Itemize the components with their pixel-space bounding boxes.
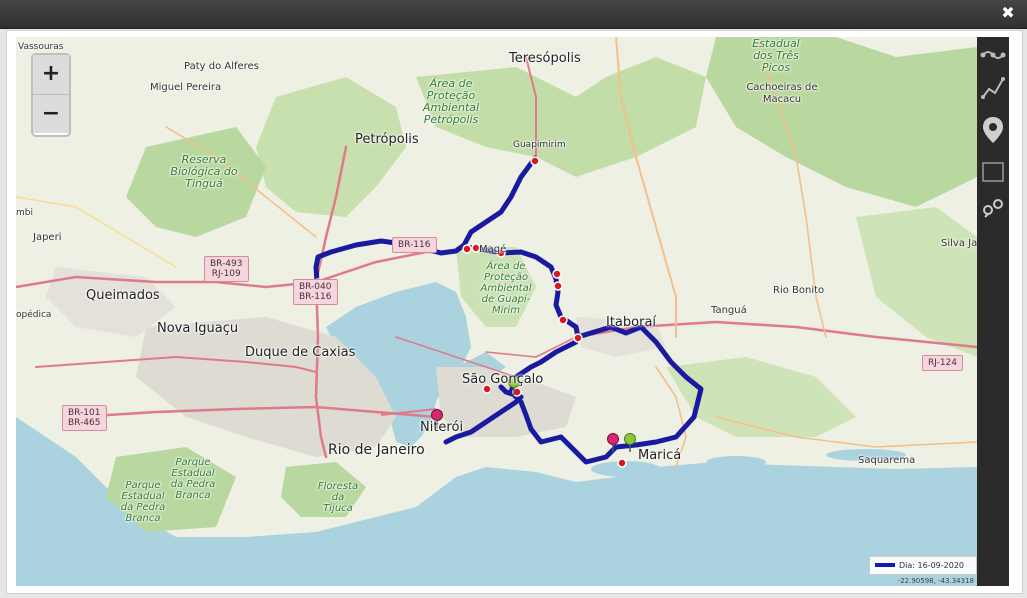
map-label-paty: Paty do Alferes <box>184 61 259 72</box>
zoom-control: + − <box>31 53 71 137</box>
pin-magenta-marica <box>607 433 619 452</box>
road-shield-br040-br116: BR-040 BR-116 <box>293 279 338 305</box>
route-tool-icon[interactable] <box>980 41 1006 67</box>
route-legend: Dia: 16-09-2020 <box>869 556 977 575</box>
legend-label: Dia: 16-09-2020 <box>899 561 965 570</box>
stop-marker <box>553 281 563 291</box>
map-label-saquarema: Saquarema <box>858 455 916 466</box>
map-label-guapimirim: Guapimirim <box>513 140 566 150</box>
map-label-miguel: Miguel Pereira <box>150 82 222 93</box>
park-label-protecao-petropolis: Área de Proteção Ambiental Petrópolis <box>422 77 480 126</box>
map-label-rio-bonito: Rio Bonito <box>773 285 825 296</box>
park-label-pedra-branca-1: Parque Estadual da Pedra Branca <box>170 457 216 501</box>
path-tool-icon[interactable] <box>980 75 1006 101</box>
legend-swatch <box>875 563 895 567</box>
zoom-in-button[interactable]: + <box>33 55 69 94</box>
road-shield-br101-br465: BR-101 BR-465 <box>62 405 107 431</box>
shield-line: BR-040 <box>299 282 332 292</box>
map-label-japeri: Japeri <box>33 232 62 243</box>
park-label-reserva-tingua: Reserva Biológica do Tinguá <box>170 153 238 190</box>
map-label-duque-de-caxias: Duque de Caxias <box>245 345 356 360</box>
map-label-left-edge: mbi <box>16 208 33 218</box>
map-label-sao-goncalo: São Gonçalo <box>462 372 544 387</box>
map-label-teresopolis: Teresópolis <box>509 51 581 66</box>
stop-marker <box>552 269 562 279</box>
stop-marker <box>617 458 627 468</box>
map-label-rio-de-janeiro: Rio de Janeiro <box>328 442 425 458</box>
zoom-out-button[interactable]: − <box>33 94 69 133</box>
map-label-nova-iguacu: Nova Iguaçu <box>157 321 239 336</box>
stop-marker <box>558 315 568 325</box>
rectangle-tool-icon[interactable] <box>980 159 1006 185</box>
map-label-vassouras: Vassouras <box>18 42 64 52</box>
map-label-marica: Maricá <box>638 448 682 463</box>
map-label-tangua: Tanguá <box>711 305 747 316</box>
stop-marker <box>462 244 472 254</box>
cursor-coordinates: -22.90598, -43.34318 <box>897 577 974 585</box>
map-label-silva-jardim: Silva Jar <box>941 238 977 249</box>
park-label-protecao-guapi: Área de Proteção Ambiental de Guapi-Miri… <box>480 261 532 316</box>
map-label-seropedica: opédica <box>16 310 52 320</box>
map-label-cachoeiras: Cachoeiras de Macacu <box>746 82 818 105</box>
shield-line: RJ-109 <box>211 269 241 279</box>
map-label-niteroi: Niterói <box>420 420 464 435</box>
park-label-pedra-branca-2: Parque Estadual da Pedra Branca <box>120 480 166 524</box>
map-label-petropolis: Petrópolis <box>355 132 419 147</box>
map-label-mage: Magé <box>479 244 507 255</box>
close-button[interactable]: ✖ <box>999 4 1017 22</box>
stop-marker <box>573 333 583 343</box>
map-label-queimados: Queimados <box>86 288 160 303</box>
map-label-itaborai: Itaboraí <box>606 315 657 330</box>
shield-line: BR-116 <box>299 292 332 302</box>
shield-line: BR-465 <box>68 418 101 428</box>
road-shield-rj124: RJ-124 <box>922 355 964 371</box>
points-tool-icon[interactable] <box>980 195 1006 221</box>
road-shield-br493-rj109: BR-493 RJ-109 <box>204 256 249 282</box>
shield-line: BR-101 <box>68 408 101 418</box>
park-label-tres-picos: Estadual dos Três Picos <box>752 37 800 74</box>
stop-marker <box>530 156 540 166</box>
marker-tool-icon[interactable] <box>980 115 1006 143</box>
map-toolstrip <box>977 37 1009 586</box>
map-view[interactable]: Vassouras Paty do Alferes Miguel Pereira… <box>16 37 977 586</box>
park-label-tijuca: Floresta da Tijuca <box>317 481 359 514</box>
shield-line: BR-493 <box>210 259 243 269</box>
pin-green-marica <box>624 433 636 452</box>
road-shield-br116: BR-116 <box>392 237 437 253</box>
window-titlebar: ✖ <box>0 0 1027 29</box>
